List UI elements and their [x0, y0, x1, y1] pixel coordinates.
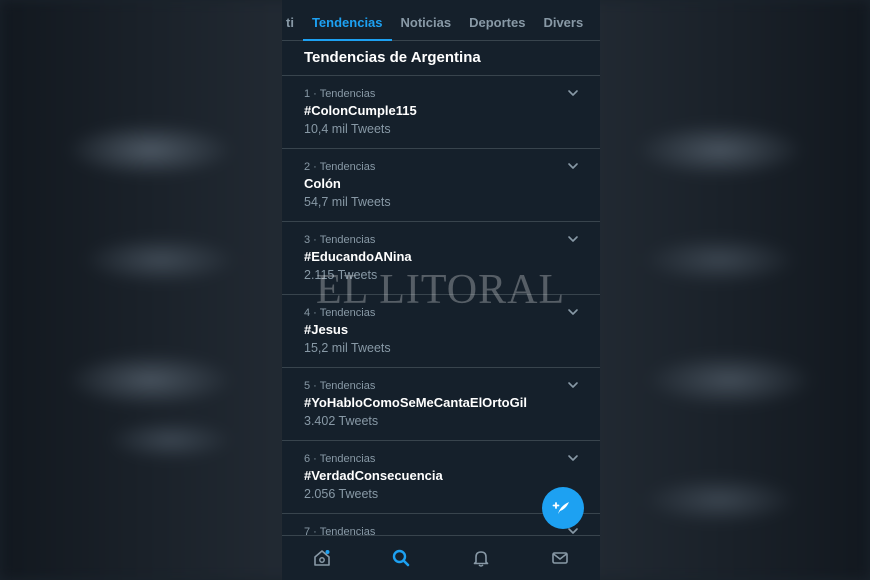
chevron-down-icon[interactable] [566, 159, 580, 173]
trend-tweet-count: 54,7 mil Tweets [304, 195, 391, 209]
trend-name: #VerdadConsecuencia [304, 468, 443, 483]
tab-deportes[interactable]: Deportes [460, 15, 534, 40]
trend-tweet-count: 15,2 mil Tweets [304, 341, 391, 355]
chevron-down-icon[interactable] [566, 86, 580, 100]
trend-tweet-count: 3.402 Tweets [304, 414, 379, 428]
chevron-down-icon[interactable] [566, 232, 580, 246]
home-icon[interactable] [312, 548, 332, 568]
notifications-icon[interactable] [471, 548, 491, 568]
trend-name: #ColonCumple115 [304, 103, 417, 118]
trend-item[interactable]: 1 · Tendencias #ColonCumple115 10,4 mil Tw… [282, 76, 600, 149]
tab-partial[interactable]: ti [286, 15, 303, 40]
trend-tweet-count: 2.056 Tweets [304, 487, 379, 501]
trend-name: #YoHabloComoSeMeCantaElOrtoGil [304, 395, 527, 410]
chevron-down-icon[interactable] [566, 305, 580, 319]
trend-rank: 2 · Tendencias [304, 161, 376, 173]
chevron-down-icon[interactable] [566, 451, 580, 465]
tab-diversion[interactable]: Divers [534, 15, 592, 40]
trend-item[interactable]: 5 · Tendencias #YoHabloComoSeMeCantaElOrt… [282, 368, 600, 441]
compose-tweet-button[interactable] [542, 487, 584, 529]
trend-rank: 5 · Tendencias [304, 380, 376, 392]
explore-tabs: ti Tendencias Noticias Deportes Divers [282, 0, 600, 41]
trend-name: #Jesus [304, 322, 349, 337]
compose-tweet-icon [552, 502, 569, 514]
trend-item[interactable]: 2 · Tendencias Colón 54,7 mil Tweets [282, 149, 600, 222]
chevron-down-icon[interactable] [566, 378, 580, 392]
watermark: EL LITORAL [316, 267, 566, 313]
search-icon[interactable] [391, 548, 411, 568]
bottom-navigation [282, 535, 600, 580]
messages-icon[interactable] [550, 548, 570, 568]
trend-name: #EducandoANina [304, 249, 412, 264]
trend-tweet-count: 10,4 mil Tweets [304, 122, 391, 136]
tab-tendencias[interactable]: Tendencias [302, 15, 392, 41]
trend-rank: 6 · Tendencias [304, 453, 376, 465]
tab-noticias[interactable]: Noticias [392, 15, 461, 40]
trend-rank: 3 · Tendencias [304, 234, 376, 246]
trend-rank: 1 · Tendencias [304, 88, 376, 100]
trend-name: Colón [304, 176, 341, 191]
section-title: Tendencias de Argentina [282, 41, 600, 76]
